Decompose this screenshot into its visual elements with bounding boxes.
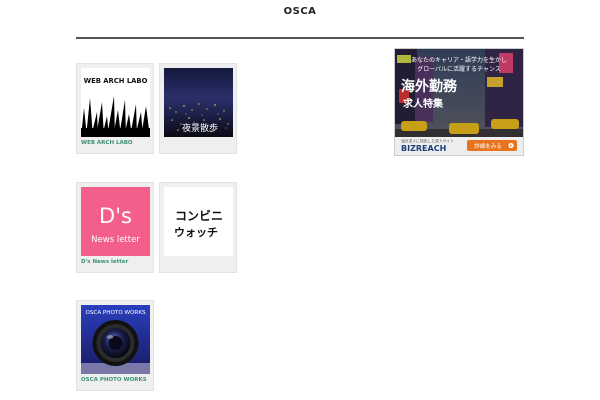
osca-photo-works-thumbnail[interactable]: OSCA PHOTO WORKS: [81, 305, 150, 374]
post-card-night-view-walk[interactable]: 夜景散歩: [159, 63, 237, 154]
ad-tagline-1: あなたのキャリア・語学力を生かし: [411, 56, 507, 64]
night-view-thumbnail[interactable]: 夜景散歩: [164, 68, 233, 137]
ad-footnote: 海外求人に特化した求人サイト: [401, 139, 454, 144]
card-caption[interactable]: D's News letter: [81, 259, 128, 265]
thumb-title-text: OSCA PHOTO WORKS: [85, 310, 146, 316]
ad-cta-button: 詳細をみる: [467, 140, 517, 151]
ad-cta-label: 詳細をみる: [474, 142, 502, 150]
camera-lens-icon: [92, 320, 139, 366]
ad-brand-logo: BIZREACH: [401, 144, 446, 153]
card-caption[interactable]: WEB ARCH LABO: [81, 140, 133, 146]
post-card-web-arch-labo[interactable]: WEB ARCH LABO WEB ARCH LABO: [76, 63, 154, 154]
header-divider: [76, 37, 524, 39]
thumb-big-text: D's: [99, 204, 132, 228]
site-title[interactable]: OSCA: [0, 6, 600, 17]
ds-news-letter-thumbnail[interactable]: D's News letter: [81, 187, 150, 256]
convenience-watch-thumbnail[interactable]: コンビニ ウォッチ: [164, 187, 233, 256]
thumb-line2-text: ウォッチ: [174, 226, 218, 239]
ad-headline: 海外勤務: [401, 78, 458, 95]
bizreach-ad-banner[interactable]: あなたのキャリア・語学力を生かし グローバルに活躍するチャンス 海外勤務 求人特…: [394, 48, 524, 156]
card-caption[interactable]: OSCA PHOTO WORKS: [81, 377, 147, 383]
post-card-convenience-watch[interactable]: コンビニ ウォッチ: [159, 182, 237, 273]
thumb-small-text: News letter: [91, 235, 140, 245]
ad-subhead: 求人特集: [403, 97, 444, 110]
thumb-logo-text: WEB ARCH LABO: [84, 77, 148, 85]
ad-tagline-2: グローバルに活躍するチャンス: [417, 65, 501, 73]
post-card-ds-news-letter[interactable]: D's News letter D's News letter: [76, 182, 154, 273]
thumb-line1-text: コンビニ: [175, 208, 223, 223]
web-arch-labo-thumbnail[interactable]: WEB ARCH LABO: [81, 68, 150, 137]
post-card-osca-photo-works[interactable]: OSCA PHOTO WORKS OSCA PHOTO WORKS: [76, 300, 154, 391]
thumb-title-text: 夜景散歩: [182, 122, 218, 134]
